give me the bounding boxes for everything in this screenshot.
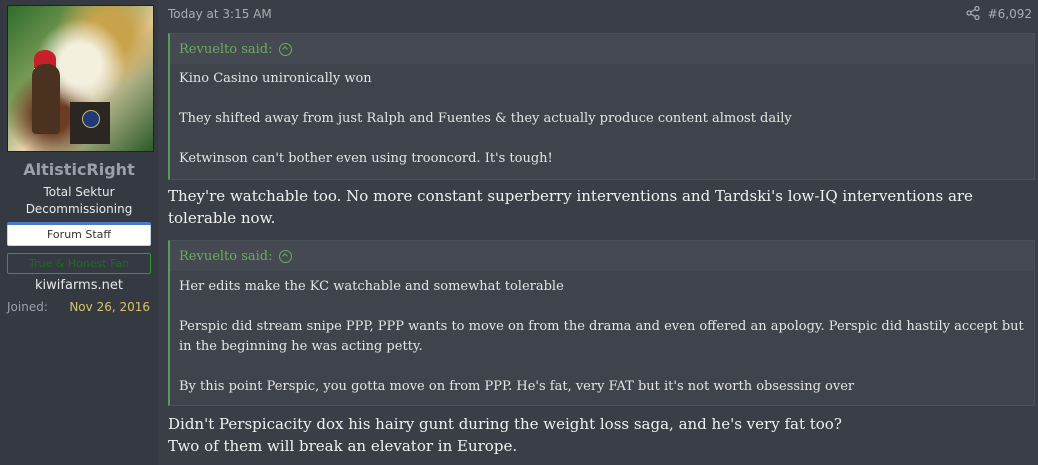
quote-body: Her edits make the KC watchable and some… — [170, 277, 1034, 397]
quote-body: Kino Casino unironically won They shifte… — [170, 69, 1034, 169]
reply-text: Didn't Perspicacity dox his hairy gunt d… — [168, 413, 1032, 457]
post-timestamp[interactable]: Today at 3:15 AM — [168, 7, 272, 21]
quote-block: Revuelto said: Kino Casino unironically … — [168, 33, 1035, 180]
quote-header[interactable]: Revuelto said: — [170, 34, 1034, 64]
quote-author[interactable]: Revuelto said: — [179, 42, 273, 57]
user-sidebar: AltisticRight Total Sektur Decommissioni… — [0, 0, 158, 465]
user-avatar[interactable] — [7, 5, 154, 152]
quote-line: Kino Casino unironically won — [179, 71, 372, 86]
quote-block: Revuelto said: Her edits make the KC wat… — [168, 240, 1035, 406]
joined-date: Nov 26, 2016 — [69, 300, 150, 314]
quote-line: Perspic did stream snipe PPP, PPP wants … — [179, 319, 1024, 354]
user-site: kiwifarms.net — [35, 278, 123, 293]
forum-staff-badge: Forum Staff — [7, 222, 151, 246]
seal-icon — [82, 110, 100, 128]
reply-text: They're watchable too. No more constant … — [168, 187, 973, 227]
jump-to-quote-icon[interactable] — [278, 42, 292, 56]
quote-line: Her edits make the KC watchable and some… — [179, 279, 564, 294]
quote-line: By this point Perspic, you gotta move on… — [179, 379, 855, 394]
quote-line: They shifted away from just Ralph and Fu… — [179, 111, 792, 126]
quote-author[interactable]: Revuelto said: — [179, 249, 273, 264]
quote-header[interactable]: Revuelto said: — [170, 241, 1034, 271]
username[interactable]: AltisticRight — [0, 160, 158, 179]
post-number[interactable]: #6,092 — [988, 7, 1032, 21]
avatar-figure — [32, 64, 60, 134]
share-icon[interactable] — [966, 6, 980, 20]
user-title: Total Sektur Decommissioning — [25, 185, 133, 216]
jump-to-quote-icon[interactable] — [278, 249, 292, 263]
reply-line: Didn't Perspicacity dox his hairy gunt d… — [168, 415, 842, 433]
quote-line: Ketwinson can't bother even using troonc… — [179, 151, 553, 166]
joined-label: Joined: — [7, 300, 48, 314]
true-honest-fan-badge: True & Honest Fan — [7, 253, 151, 274]
reply-line: Two of them will break an elevator in Eu… — [168, 437, 518, 455]
